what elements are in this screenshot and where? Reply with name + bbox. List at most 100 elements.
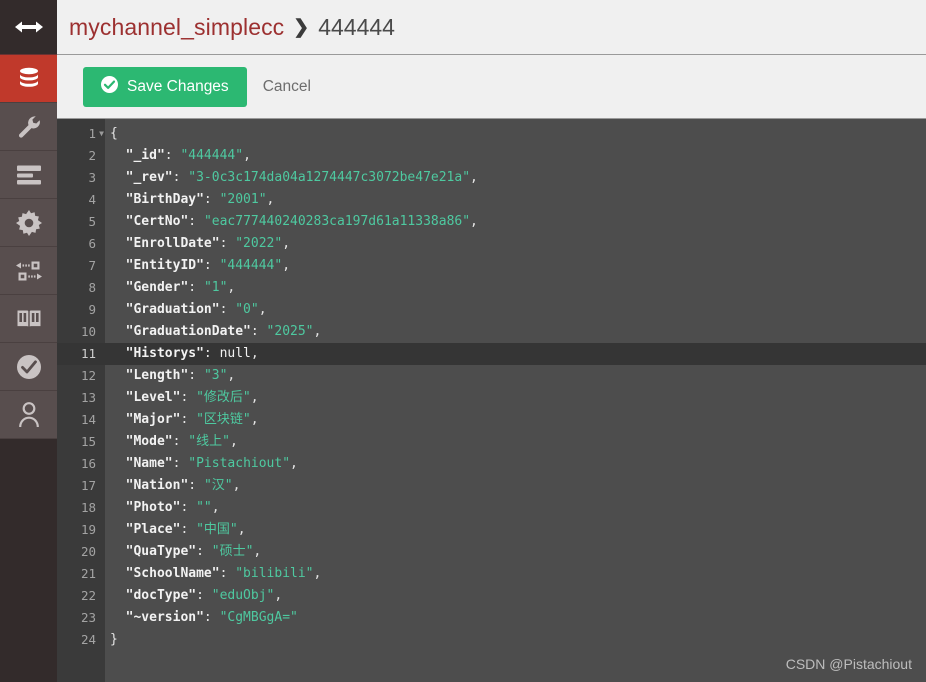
code-line[interactable]: "Length": "3", <box>105 365 926 387</box>
sidebar-item-configuration[interactable] <box>0 199 57 247</box>
code-line[interactable]: "SchoolName": "bilibili", <box>105 563 926 585</box>
sidebar-item-setup[interactable] <box>0 103 57 151</box>
line-number[interactable]: 21 <box>57 563 105 585</box>
wrench-icon <box>16 114 42 140</box>
line-number[interactable]: 12 <box>57 365 105 387</box>
code-token-pn: : <box>188 214 204 229</box>
list-icon <box>16 164 42 186</box>
code-token-pn: : <box>188 368 204 383</box>
code-line[interactable]: "EntityID": "444444", <box>105 255 926 277</box>
code-line[interactable]: "QuaType": "硕士", <box>105 541 926 563</box>
line-number[interactable]: 11 <box>57 343 105 365</box>
line-number[interactable]: 17 <box>57 475 105 497</box>
code-token-str: "Pistachiout" <box>188 456 291 471</box>
fauxton-document-editor-page: mychannel_simplecc ❯ 444444 Save Changes… <box>0 0 926 682</box>
replication-icon <box>15 260 42 282</box>
line-number[interactable]: 1 ▼ <box>57 123 105 145</box>
line-number[interactable]: 2 <box>57 145 105 167</box>
page-header: mychannel_simplecc ❯ 444444 <box>57 0 926 55</box>
code-token-str: "硕士" <box>211 544 254 559</box>
code-token-k: "~version" <box>110 610 204 625</box>
code-line[interactable]: "Level": "修改后", <box>105 387 926 409</box>
code-line[interactable]: "Name": "Pistachiout", <box>105 453 926 475</box>
code-line[interactable]: "Major": "区块链", <box>105 409 926 431</box>
code-line[interactable]: "Mode": "线上", <box>105 431 926 453</box>
code-token-pn: : <box>196 544 212 559</box>
line-number[interactable]: 13 <box>57 387 105 409</box>
line-number[interactable]: 5 <box>57 211 105 233</box>
code-token-pn: , <box>227 280 236 295</box>
user-icon <box>18 401 40 428</box>
code-token-k: "Length" <box>110 368 189 383</box>
code-line[interactable]: "Photo": "", <box>105 497 926 519</box>
sidebar-item-active-tasks[interactable] <box>0 151 57 199</box>
sidebar-item-documentation[interactable] <box>0 295 57 343</box>
cancel-button[interactable]: Cancel <box>263 78 311 96</box>
code-token-str: "444444" <box>219 258 283 273</box>
sidebar-item-account[interactable] <box>0 391 57 439</box>
code-token-br: { <box>110 126 118 141</box>
line-number[interactable]: 16 <box>57 453 105 475</box>
line-number[interactable]: 24 <box>57 629 105 651</box>
code-line[interactable]: "_rev": "3-0c3c174da04a1274447c3072be47e… <box>105 167 926 189</box>
line-number[interactable]: 8 <box>57 277 105 299</box>
code-line[interactable]: "_id": "444444", <box>105 145 926 167</box>
breadcrumb-database-link[interactable]: mychannel_simplecc <box>69 14 284 41</box>
code-line[interactable]: "Graduation": "0", <box>105 299 926 321</box>
code-token-pn: , <box>237 522 246 537</box>
code-line[interactable]: "~version": "CgMBGgA=" <box>105 607 926 629</box>
line-number[interactable]: 4 <box>57 189 105 211</box>
breadcrumb-separator-icon: ❯ <box>293 16 310 38</box>
code-line[interactable]: { <box>105 123 926 145</box>
code-token-k: "Nation" <box>110 478 189 493</box>
code-line[interactable]: "docType": "eduObj", <box>105 585 926 607</box>
code-token-pn: , <box>227 368 236 383</box>
sidebar-item-databases[interactable] <box>0 55 57 103</box>
code-token-k: "EntityID" <box>110 258 204 273</box>
line-number[interactable]: 19 <box>57 519 105 541</box>
line-number[interactable]: 20 <box>57 541 105 563</box>
code-token-str: "444444" <box>180 148 244 163</box>
code-token-pn: : <box>203 610 220 625</box>
code-token-pn: : <box>172 456 189 471</box>
code-line[interactable]: "CertNo": "eac777440240283ca197d61a11338… <box>105 211 926 233</box>
code-token-pn: , <box>229 434 238 449</box>
main-content: mychannel_simplecc ❯ 444444 Save Changes… <box>57 0 926 682</box>
code-fold-toggle-icon[interactable]: ▼ <box>99 123 104 145</box>
code-token-pn: : <box>172 434 189 449</box>
code-token-pn: , <box>274 588 283 603</box>
line-number[interactable]: 23 <box>57 607 105 629</box>
code-line[interactable]: "Gender": "1", <box>105 277 926 299</box>
line-number[interactable]: 22 <box>57 585 105 607</box>
code-line[interactable]: } <box>105 629 926 651</box>
code-token-str: "2025" <box>266 324 314 339</box>
code-token-str: "汉" <box>203 478 233 493</box>
code-token-k: "QuaType" <box>110 544 197 559</box>
editor-code-area[interactable]: { "_id": "444444", "_rev": "3-0c3c174da0… <box>105 119 926 682</box>
line-number[interactable]: 18 <box>57 497 105 519</box>
code-token-str: "CgMBGgA=" <box>219 610 298 625</box>
save-changes-button[interactable]: Save Changes <box>83 66 247 107</box>
code-token-pn: : <box>219 302 236 317</box>
code-line[interactable]: "Nation": "汉", <box>105 475 926 497</box>
line-number[interactable]: 9 <box>57 299 105 321</box>
code-token-pn: , <box>232 478 241 493</box>
code-line[interactable]: "GraduationDate": "2025", <box>105 321 926 343</box>
code-line[interactable]: "Historys": null, <box>105 343 926 365</box>
code-token-pn: : <box>250 324 267 339</box>
sidebar-item-replication[interactable] <box>0 247 57 295</box>
json-code-editor[interactable]: 1 ▼ 2 3 4 5 6 7 8 9 10 11 12 13 14 15 16 17 18 19 20 21 22 23 24… <box>57 119 926 682</box>
line-number[interactable]: 6 <box>57 233 105 255</box>
code-line[interactable]: "Place": "中国", <box>105 519 926 541</box>
line-number[interactable]: 3 <box>57 167 105 189</box>
sidebar-toggle-button[interactable] <box>0 0 57 55</box>
main-sidebar <box>0 0 57 682</box>
code-line[interactable]: "EnrollDate": "2022", <box>105 233 926 255</box>
sidebar-item-verify[interactable] <box>0 343 57 391</box>
line-number[interactable]: 7 <box>57 255 105 277</box>
line-number[interactable]: 10 <box>57 321 105 343</box>
code-line[interactable]: "BirthDay": "2001", <box>105 189 926 211</box>
code-token-str: "0" <box>235 302 259 317</box>
line-number[interactable]: 14 <box>57 409 105 431</box>
line-number[interactable]: 15 <box>57 431 105 453</box>
